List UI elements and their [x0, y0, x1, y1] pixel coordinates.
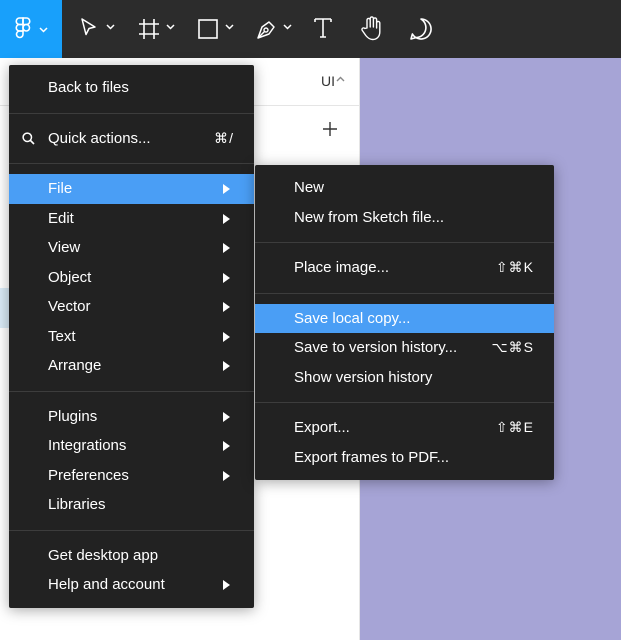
menu-item-plugins[interactable]: Plugins — [9, 402, 254, 432]
menu-item-new-from-sketch[interactable]: New from Sketch file... — [255, 203, 554, 233]
comment-tool-button[interactable] — [408, 0, 436, 58]
rectangle-icon — [198, 19, 218, 39]
menu-item-back-to-files[interactable]: Back to files — [9, 73, 254, 103]
frame-tool-button[interactable] — [134, 0, 182, 58]
menu-item-preferences[interactable]: Preferences — [9, 461, 254, 491]
shortcut-label: ⇧⌘K — [495, 259, 534, 276]
menu-item-label: Vector — [48, 298, 91, 316]
menu-separator — [9, 529, 254, 531]
menu-item-label: Save to version history... — [294, 339, 458, 357]
menu-item-label: Export frames to PDF... — [294, 448, 450, 466]
submenu-arrow-icon — [223, 580, 230, 590]
hand-icon — [361, 16, 381, 41]
submenu-arrow-icon — [223, 470, 230, 481]
menu-item-file[interactable]: File — [9, 174, 254, 204]
main-menu-button[interactable] — [0, 0, 62, 58]
chevron-down-icon — [166, 24, 175, 30]
figma-logo-icon — [15, 17, 31, 39]
menu-item-label: Get desktop app — [48, 546, 159, 564]
move-tool-button[interactable] — [74, 0, 122, 58]
chevron-up-icon[interactable] — [336, 76, 345, 82]
shortcut-label: ⌘/ — [214, 129, 234, 146]
menu-item-label: Quick actions... — [48, 129, 151, 147]
menu-item-label: Libraries — [48, 496, 106, 514]
menu-item-object[interactable]: Object — [9, 263, 254, 293]
top-toolbar — [0, 0, 621, 58]
submenu-arrow-icon — [223, 243, 230, 253]
menu-item-save-to-version-history[interactable]: Save to version history... ⌥⌘S — [255, 333, 554, 363]
submenu-arrow-icon — [223, 302, 230, 312]
menu-item-label: Show version history — [294, 368, 433, 386]
menu-item-place-image[interactable]: Place image... ⇧⌘K — [255, 253, 554, 283]
menu-item-label: New from Sketch file... — [294, 208, 445, 226]
menu-item-quick-actions[interactable]: Quick actions... ⌘/ — [9, 124, 254, 154]
menu-item-new[interactable]: New — [255, 173, 554, 203]
menu-item-label: Back to files — [48, 79, 129, 97]
menu-item-label: Object — [48, 268, 92, 286]
pen-icon — [257, 21, 275, 39]
menu-item-show-version-history[interactable]: Show version history — [255, 363, 554, 393]
menu-separator — [9, 112, 254, 114]
menu-item-save-local-copy[interactable]: Save local copy... — [255, 303, 554, 333]
shortcut-label: ⌥⌘S — [491, 339, 534, 356]
menu-item-label: Arrange — [48, 357, 102, 375]
menu-item-label: Save local copy... — [294, 309, 411, 327]
menu-separator — [9, 390, 254, 392]
chevron-down-icon — [106, 24, 115, 30]
menu-item-label: Edit — [48, 209, 74, 227]
menu-item-export[interactable]: Export... ⇧⌘E — [255, 413, 554, 443]
chevron-down-icon — [39, 27, 48, 33]
submenu-arrow-icon — [223, 184, 230, 194]
submenu-arrow-icon — [223, 411, 230, 422]
main-menu-dropdown: Back to files Quick actions... ⌘/ File E… — [9, 65, 254, 608]
menu-item-export-frames-pdf[interactable]: Export frames to PDF... — [255, 443, 554, 473]
menu-item-label: New — [294, 179, 325, 197]
add-page-plus-icon[interactable] — [323, 122, 337, 136]
submenu-arrow-icon — [223, 272, 230, 283]
menu-item-label: Export... — [294, 419, 350, 437]
menu-separator — [255, 242, 554, 243]
shortcut-label: ⇧⌘E — [495, 419, 534, 436]
menu-item-label: Preferences — [48, 466, 129, 484]
menu-separator — [255, 402, 554, 403]
menu-item-label: File — [48, 180, 73, 198]
menu-item-text[interactable]: Text — [9, 322, 254, 352]
submenu-arrow-icon — [223, 331, 230, 342]
hand-tool-button[interactable] — [358, 0, 388, 58]
pen-tool-button[interactable] — [253, 0, 299, 58]
file-submenu: New New from Sketch file... Place image.… — [255, 165, 554, 480]
search-icon — [22, 131, 35, 145]
menu-item-edit[interactable]: Edit — [9, 204, 254, 234]
frame-icon — [139, 19, 159, 39]
menu-item-label: Text — [48, 327, 76, 345]
menu-item-get-desktop-app[interactable]: Get desktop app — [9, 541, 254, 571]
chevron-down-icon — [225, 24, 234, 30]
menu-item-libraries[interactable]: Libraries — [9, 490, 254, 520]
menu-item-vector[interactable]: Vector — [9, 292, 254, 322]
menu-item-label: Place image... — [294, 259, 390, 277]
menu-separator — [9, 163, 254, 164]
menu-item-label: Plugins — [48, 407, 98, 425]
shape-tool-button[interactable] — [194, 0, 242, 58]
menu-item-view[interactable]: View — [9, 233, 254, 263]
menu-item-label: Integrations — [48, 437, 127, 455]
text-tool-button[interactable] — [310, 0, 338, 58]
submenu-arrow-icon — [223, 213, 230, 224]
comment-icon — [410, 18, 432, 40]
text-t-icon — [314, 18, 332, 38]
menu-separator — [255, 292, 554, 294]
menu-item-help-and-account[interactable]: Help and account — [9, 570, 254, 600]
submenu-arrow-icon — [223, 361, 230, 371]
chevron-down-icon — [283, 24, 292, 30]
menu-item-label: View — [48, 239, 81, 257]
menu-item-label: Help and account — [48, 576, 165, 594]
page-selector[interactable]: UI — [321, 73, 335, 89]
menu-item-arrange[interactable]: Arrange — [9, 351, 254, 381]
menu-item-integrations[interactable]: Integrations — [9, 431, 254, 461]
cursor-icon — [81, 18, 96, 36]
submenu-arrow-icon — [223, 441, 230, 451]
